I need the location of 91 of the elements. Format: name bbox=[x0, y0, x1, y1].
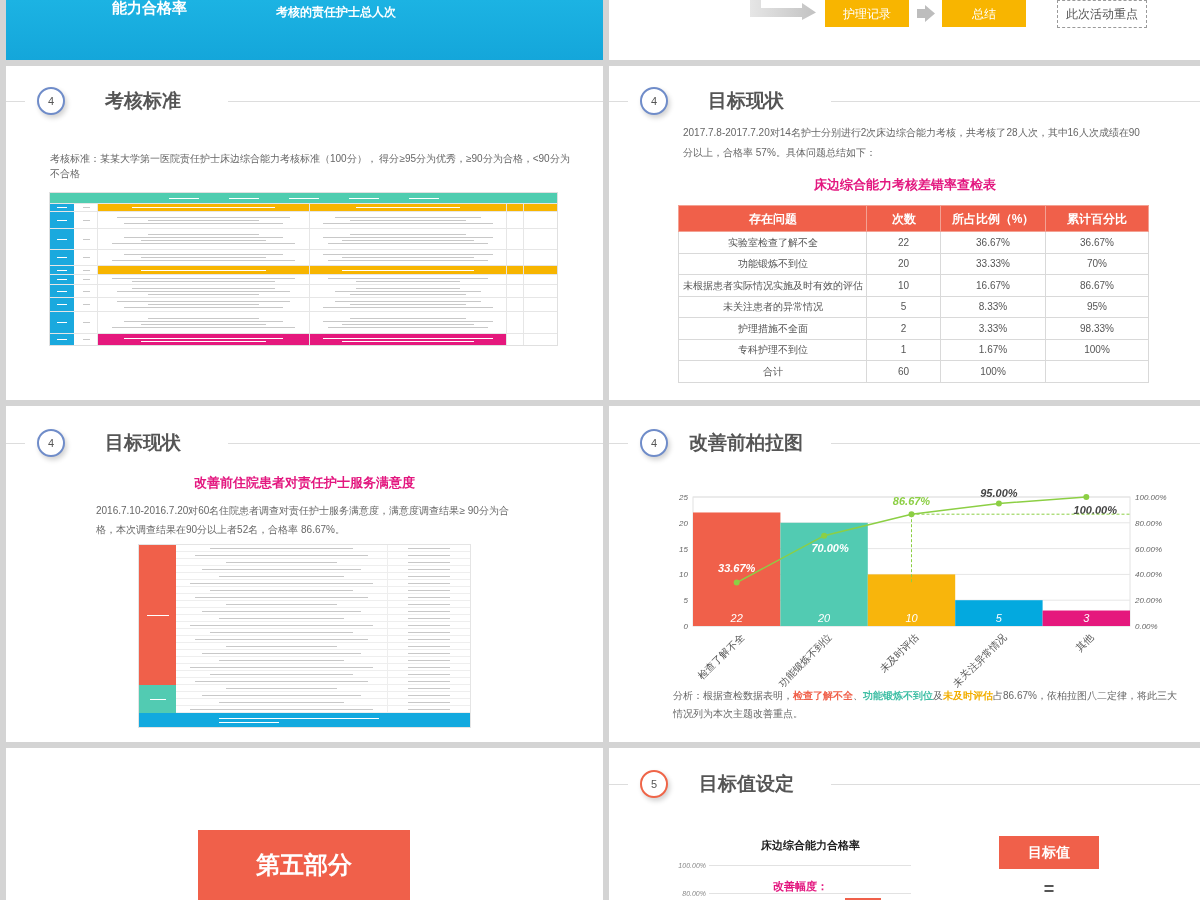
category-label: 检查了解不全 bbox=[695, 631, 747, 682]
table-cell: 未关注患者的异常情况 bbox=[678, 296, 867, 318]
data-point bbox=[1083, 494, 1090, 500]
data-label: 70.00% bbox=[811, 541, 849, 554]
data-label: 33.67% bbox=[718, 561, 756, 574]
table-cell: 8.33% bbox=[940, 296, 1046, 318]
data-point bbox=[908, 511, 915, 518]
axis-tick-label: 20.00% bbox=[1135, 596, 1163, 606]
table-cell: 86.67% bbox=[1045, 274, 1149, 296]
table-cell: 1.67% bbox=[940, 339, 1046, 361]
axis-tick-label: 80.00% bbox=[1135, 518, 1163, 528]
equals-sign: = bbox=[1043, 881, 1055, 897]
slide-title: 目标现状 bbox=[105, 432, 181, 454]
axis-tick-label: 40.00% bbox=[1135, 570, 1163, 580]
axis-tick-label: 60.00% bbox=[1135, 544, 1163, 554]
section-banner: 第五部分 bbox=[198, 830, 410, 900]
bent-arrow-icon bbox=[750, 0, 816, 20]
section-number: 4 bbox=[37, 429, 65, 457]
bar-value-label: 20 bbox=[817, 612, 831, 624]
table-cell: 功能锻炼不到位 bbox=[678, 253, 867, 275]
table-cell: 36.67% bbox=[940, 231, 1046, 253]
category-label: 未关注异常情况 bbox=[951, 631, 1009, 689]
table-cell: 100% bbox=[940, 360, 1046, 382]
table-cell: 未根据患者实际情况实施及时有效的评估 bbox=[678, 274, 867, 296]
column-header: 所占比例（%） bbox=[940, 205, 1046, 232]
standard-text: 考核标准：某某大学第一医院责任护士床边综合能力考核标准（100分）， 得分≥95分为优秀，≥90分为合格，<90分为不合格 bbox=[50, 152, 570, 181]
section-number: 4 bbox=[640, 87, 668, 115]
axis-tick-label: 5 bbox=[683, 596, 688, 606]
slide-title: 目标值设定 bbox=[698, 773, 794, 795]
column-header: 存在问题 bbox=[678, 205, 867, 232]
table-cell: 100% bbox=[1045, 339, 1149, 361]
intro-text: 2017.7.8-2017.7.20对14名护士分别进行2次床边综合能力考核，共考核了28人次，其中16人次成绩在90分以上，合格率 57%。具体问题总结如下： bbox=[683, 126, 1141, 160]
table-title: 床边综合能力考核差错率查检表 bbox=[813, 177, 996, 193]
data-label: 86.67% bbox=[892, 495, 931, 508]
slide-title: 目标现状 bbox=[708, 90, 784, 112]
target-label: 目标值 bbox=[999, 836, 1099, 869]
section-number: 4 bbox=[37, 87, 65, 115]
section-number: 5 bbox=[640, 770, 668, 798]
table-cell: 98.33% bbox=[1045, 317, 1149, 339]
axis-tick-label: 20 bbox=[679, 518, 688, 528]
table-cell: 20 bbox=[866, 253, 941, 275]
table-cell: 10 bbox=[866, 274, 941, 296]
data-label: 100.00% bbox=[1073, 504, 1117, 516]
flow-step: 护理记录 bbox=[825, 0, 909, 27]
category-label: 其他 bbox=[1073, 631, 1096, 654]
dashed-note: 此次活动重点 bbox=[1057, 0, 1147, 28]
table-cell: 22 bbox=[866, 231, 941, 253]
data-label: 95.00% bbox=[980, 487, 1018, 500]
table-cell: 3.33% bbox=[940, 317, 1046, 339]
table-cell: 95% bbox=[1045, 296, 1149, 318]
data-point bbox=[995, 500, 1002, 507]
axis-tick-label: 15 bbox=[679, 544, 688, 554]
category-label: 未及时评估 bbox=[877, 631, 921, 675]
slide-title: 考核标准 bbox=[105, 90, 181, 112]
bar-value-label: 10 bbox=[905, 612, 918, 624]
axis-tick-label: 25 bbox=[679, 493, 688, 502]
axis-tick-label: 0 bbox=[683, 622, 688, 631]
bar-value-label: 5 bbox=[995, 612, 1002, 624]
analysis-text: 分析：根据查检数据表明，检查了解不全、功能锻炼不到位及未及时评估占86.67%，依柏拉图八二定律，将此三大情况列为本次主题改善重点。 bbox=[673, 689, 1178, 721]
category-label: 功能锻炼不到位 bbox=[776, 631, 834, 689]
chart-title: 床边综合能力合格率 bbox=[760, 838, 860, 852]
table-cell: 合计 bbox=[678, 360, 867, 382]
chart-subtitle: 改善前住院患者对责任护士服务满意度 bbox=[194, 475, 415, 491]
table-cell: 70% bbox=[1045, 253, 1149, 275]
data-point bbox=[733, 579, 740, 586]
slide-title: 改善前柏拉图 bbox=[689, 432, 803, 454]
table-cell: 60 bbox=[866, 360, 941, 382]
arrow-right-icon bbox=[917, 5, 935, 22]
data-point bbox=[821, 532, 828, 539]
callout-text: 改善幅度： bbox=[772, 880, 828, 892]
section-number: 4 bbox=[640, 429, 668, 457]
axis-tick-label: 100.00% bbox=[1135, 493, 1167, 502]
table-cell: 33.33% bbox=[940, 253, 1046, 275]
formula-denominator: 考核的责任护士总人次 bbox=[276, 6, 396, 19]
bar-value-label: 22 bbox=[730, 612, 743, 624]
table-cell: 专科护理不到位 bbox=[678, 339, 867, 361]
bar-value-label: 3 bbox=[1083, 612, 1090, 624]
column-header: 累计百分比 bbox=[1045, 205, 1149, 232]
table-cell: 实验室检查了解不全 bbox=[678, 231, 867, 253]
table-cell: 护理措施不全面 bbox=[678, 317, 867, 339]
table-cell: 2 bbox=[866, 317, 941, 339]
axis-tick-label: 10 bbox=[679, 570, 688, 580]
axis-tick-label: 0.00% bbox=[1135, 622, 1158, 631]
table-cell: 36.67% bbox=[1045, 231, 1149, 253]
table-cell: 5 bbox=[866, 296, 941, 318]
table-cell: 16.67% bbox=[940, 274, 1046, 296]
formula-label: 能力合格率 bbox=[112, 0, 187, 15]
table-cell: 1 bbox=[866, 339, 941, 361]
flow-step: 总结 bbox=[942, 0, 1026, 27]
column-header: 次数 bbox=[866, 205, 941, 232]
intro-text: 2016.7.10-2016.7.20对60名住院患者调查对责任护士服务满意度，满意度调查结果≥ 90分为合格，本次调查结果在90分以上者52名，合格率 86.67%。 bbox=[96, 504, 510, 537]
